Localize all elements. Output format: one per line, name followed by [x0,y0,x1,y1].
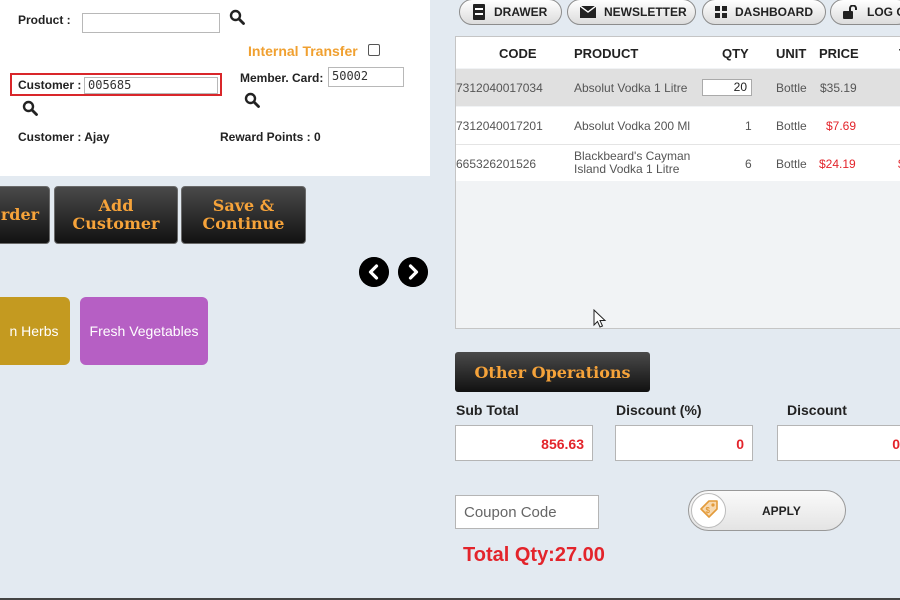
row-code: 7312040017201 [456,119,543,133]
category-herbs[interactable]: n Herbs [0,297,70,365]
col-product: PRODUCT [574,46,639,61]
table-row[interactable]: 7312040017034 Absolut Vodka 1 Litre 20 B… [456,69,900,106]
grid-icon [715,6,727,18]
member-card-label: Member. Card: [240,71,324,85]
logout-label: LOG O [867,5,900,19]
coupon-tag-icon: $ [691,493,726,528]
discount-pct-label: Discount (%) [616,402,702,418]
svg-text:$: $ [706,506,711,515]
internal-transfer-label: Internal Transfer [248,43,358,59]
category-fresh-vegetables[interactable]: Fresh Vegetables [80,297,208,365]
customer-input[interactable]: 005685 [84,77,218,94]
prev-arrow-icon[interactable] [359,257,389,287]
col-price: PRICE [819,46,859,61]
subtotal-field: 856.63 [455,425,593,461]
row-unit: Bottle [776,119,807,133]
add-customer-button[interactable]: Add Customer [54,186,178,244]
customer-search-icon[interactable] [22,100,38,116]
member-card-input[interactable]: 50002 [328,67,404,87]
customer-label: Customer : [18,78,82,92]
drawer-icon [473,4,485,20]
apply-coupon-button[interactable]: $ APPLY [688,490,846,531]
product-search-icon[interactable] [229,9,245,25]
col-qty: QTY [722,46,749,61]
dashboard-label: DASHBOARD [735,5,813,19]
discount-pct-input[interactable]: 0 [615,425,753,461]
row-code: 7312040017034 [456,81,543,95]
subtotal-label: Sub Total [456,402,519,418]
row-price: $24.19 [819,157,856,171]
row-product: Absolut Vodka 200 Ml [574,119,691,133]
dashboard-button[interactable]: DASHBOARD [702,0,826,25]
table-header: CODE PRODUCT QTY UNIT PRICE T [456,37,900,68]
newsletter-button[interactable]: NEWSLETTER [567,0,696,25]
row-code: 665326201526 [456,157,537,171]
category-label: n Herbs [9,323,59,339]
col-unit: UNIT [776,46,807,61]
unlock-icon [843,5,857,19]
row-product: Blackbeard's Cayman Island Vodka 1 Litre [574,149,691,176]
row-price: $35.19 [820,81,857,95]
coupon-code-input[interactable]: Coupon Code [455,495,599,529]
drawer-label: DRAWER [494,5,548,19]
col-code: CODE [499,46,537,61]
order-button[interactable]: rder [0,186,50,244]
customer-form-panel: Product : Internal Transfer Customer : 0… [0,0,430,176]
internal-transfer-checkbox[interactable] [368,44,380,56]
row-qty: 1 [745,119,752,133]
qty-input[interactable]: 20 [702,79,752,96]
discount-label: Discount [787,402,847,418]
product-label: Product : [18,13,71,27]
category-label: Fresh Vegetables [89,323,199,339]
row-product: Absolut Vodka 1 Litre [574,81,688,95]
row-price: $7.69 [826,119,857,133]
table-row[interactable]: 7312040017201 Absolut Vodka 200 Ml 1 Bot… [456,107,900,144]
apply-label: APPLY [762,504,801,518]
newsletter-label: NEWSLETTER [604,5,687,19]
row-qty: 6 [745,157,752,171]
drawer-button[interactable]: DRAWER [459,0,562,25]
row-unit: Bottle [776,81,807,95]
order-items-table: CODE PRODUCT QTY UNIT PRICE T 7312040017… [455,36,900,329]
customer-name: Customer : Ajay [18,130,110,144]
total-quantity: Total Qty:27.00 [463,544,605,566]
table-row[interactable]: 665326201526 Blackbeard's Cayman Island … [456,144,900,181]
product-input[interactable] [82,13,220,33]
next-arrow-icon[interactable] [398,257,428,287]
logout-button[interactable]: LOG O [830,0,900,25]
mouse-cursor-icon [593,309,607,328]
envelope-icon [580,6,596,18]
member-card-search-icon[interactable] [244,92,260,108]
other-operations-button[interactable]: Other Operations [455,352,650,392]
save-continue-button[interactable]: Save & Continue [181,186,306,244]
reward-points: Reward Points : 0 [220,130,321,144]
row-unit: Bottle [776,157,807,171]
discount-input[interactable]: 0 [777,425,900,461]
